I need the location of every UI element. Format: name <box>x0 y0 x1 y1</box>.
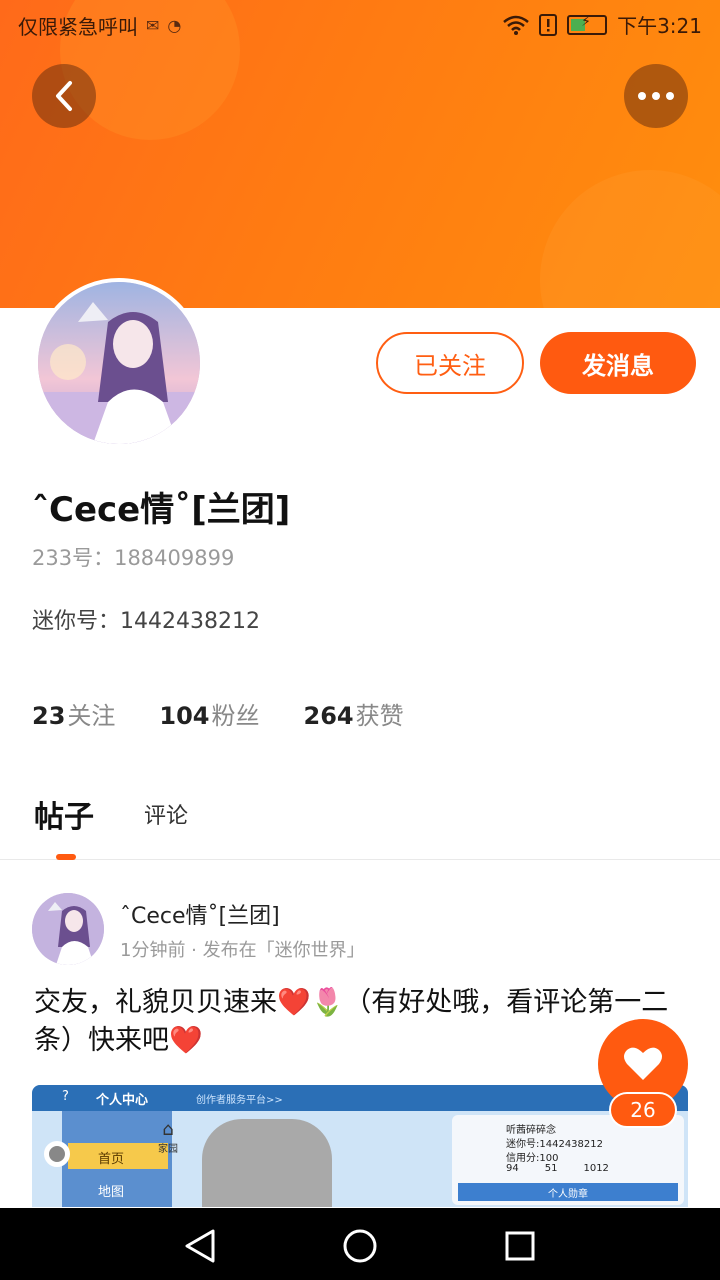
image-card-credit: 信用分:100 <box>506 1153 559 1164</box>
nav-back-button[interactable] <box>180 1226 220 1266</box>
image-home-icon: ⌂ 家园 <box>158 1119 178 1155</box>
post-meta: 1分钟前 · 发布在「迷你世界」 <box>120 940 365 961</box>
avatar-illustration <box>32 893 104 965</box>
active-tab-indicator <box>56 854 76 860</box>
notification-icon: ◔ <box>167 16 182 35</box>
stat-value: 23 <box>32 702 66 730</box>
system-nav-bar <box>0 1208 720 1280</box>
mail-icon: ✉ <box>146 16 160 35</box>
square-recents-icon <box>505 1231 535 1261</box>
like-count-badge: 26 <box>609 1092 677 1128</box>
status-bar: 仅限紧急呼叫 ✉ ◔ ⚡ 下午3:21 <box>0 0 720 48</box>
following-button[interactable]: 已关注 <box>376 332 524 394</box>
heart-emoji: ❤️ <box>277 987 311 1018</box>
image-sidebar: 首页 地图 <box>62 1111 172 1207</box>
profile-avatar[interactable] <box>34 278 204 448</box>
triangle-back-icon <box>185 1229 215 1263</box>
post-content[interactable]: 交友，礼貌贝贝速来❤️🌷（有好处哦，看评论第一二条）快来吧❤️ <box>34 984 694 1060</box>
circle-home-icon <box>343 1229 377 1263</box>
send-message-button[interactable]: 发消息 <box>540 332 696 394</box>
tab-posts[interactable]: 帖子 <box>34 792 94 836</box>
profile-mini-id: 迷你号：1442438212 <box>32 609 260 634</box>
stat-value: 104 <box>159 702 210 730</box>
chevron-left-icon <box>56 81 72 111</box>
post-author-name[interactable]: ˆCece情˚[兰团] <box>120 898 280 930</box>
status-left: 仅限紧急呼叫 ✉ ◔ <box>18 11 181 40</box>
profile-tabs: 帖子 评论 <box>0 780 720 860</box>
image-platform-link: 创作者服务平台>> <box>196 1095 283 1106</box>
stat-label: 粉丝 <box>211 702 260 730</box>
profile-233-id: 233号：188409899 <box>32 546 235 570</box>
image-card-stat: 51 <box>544 1163 558 1174</box>
wifi-icon <box>503 15 529 35</box>
image-card-stat: 1012 <box>583 1163 609 1174</box>
stat-label: 获赞 <box>355 702 404 730</box>
more-button[interactable] <box>624 64 688 128</box>
house-icon: ⌂ <box>162 1119 174 1140</box>
image-menu-home: 首页 <box>68 1143 168 1169</box>
help-icon: ? <box>62 1089 69 1104</box>
tab-comments[interactable]: 评论 <box>144 798 188 830</box>
stat-following[interactable]: 23 关注 <box>32 696 115 731</box>
image-card-stat: 94 <box>506 1163 519 1174</box>
heart-emoji: ❤️ <box>169 1025 203 1056</box>
stat-followers[interactable]: 104 粉丝 <box>159 696 259 731</box>
image-home-label: 家园 <box>158 1144 178 1155</box>
clock: 下午3:21 <box>617 14 702 38</box>
heart-icon <box>624 1047 662 1080</box>
nav-home-button[interactable] <box>340 1226 380 1266</box>
image-character <box>202 1119 332 1207</box>
post-author-avatar[interactable] <box>32 893 104 965</box>
avatar-illustration <box>38 282 200 444</box>
image-menu-map: 地图 <box>98 1185 125 1200</box>
image-topbar: ? 个人中心 创作者服务平台>> <box>32 1085 688 1111</box>
image-card-badge: 个人勋章 <box>458 1183 678 1201</box>
tulip-emoji: 🌷 <box>310 987 345 1018</box>
stat-label: 关注 <box>67 702 116 730</box>
banner-decoration <box>540 170 720 308</box>
alert-icon <box>539 13 558 36</box>
status-right: ⚡ 下午3:21 <box>503 10 702 39</box>
battery-charging-icon: ⚡ <box>567 14 608 35</box>
profile-stats: 23 关注 104 粉丝 264 获赞 <box>32 696 404 731</box>
image-card-name: 听茜碎碎念 <box>506 1125 556 1136</box>
stat-value: 264 <box>303 702 354 730</box>
post-image[interactable]: ? 个人中心 创作者服务平台>> 首页 地图 ⌂ 家园 听茜碎碎念 迷你号:14… <box>32 1085 688 1207</box>
image-card-id: 迷你号:1442438212 <box>506 1139 603 1150</box>
post-text-part: 交友，礼貌贝贝速来 <box>34 987 277 1018</box>
image-profile-card: 听茜碎碎念 迷你号:1442438212 信用分:100 94 51 1012 … <box>452 1115 684 1205</box>
image-nav-title: 个人中心 <box>96 1093 149 1108</box>
image-ring-icon <box>44 1141 70 1167</box>
carrier-text: 仅限紧急呼叫 <box>18 15 138 39</box>
stat-likes: 264 获赞 <box>304 696 404 731</box>
profile-username: ˆCece情˚[兰团] <box>32 490 291 530</box>
more-dots-icon <box>638 92 674 100</box>
back-button[interactable] <box>32 64 96 128</box>
nav-recents-button[interactable] <box>500 1226 540 1266</box>
image-card-stats: 94 51 1012 <box>506 1163 609 1174</box>
